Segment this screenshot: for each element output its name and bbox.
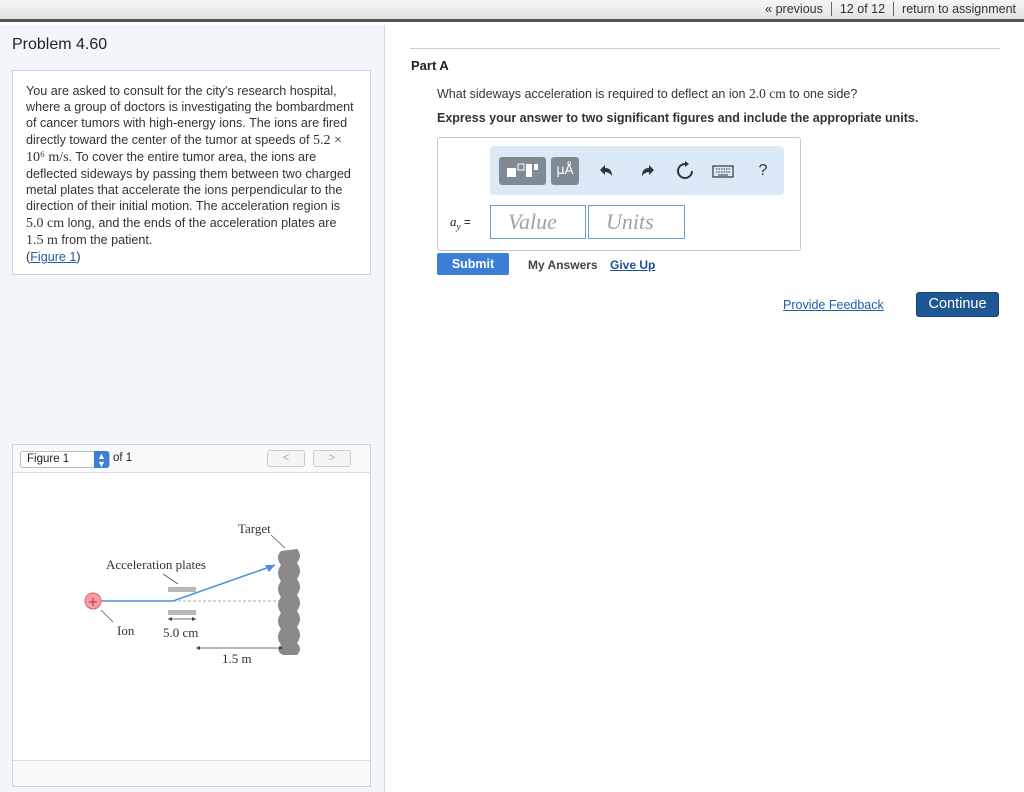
next-figure-button[interactable]: > — [313, 450, 351, 467]
units-icon[interactable]: μÅ — [551, 157, 579, 185]
ion-sign: + — [88, 595, 99, 610]
part-divider — [410, 48, 1000, 49]
submit-button[interactable]: Submit — [437, 253, 509, 275]
provide-feedback-link[interactable]: Provide Feedback — [783, 298, 884, 312]
give-up-link[interactable]: Give Up — [610, 258, 655, 272]
plate-length-label: 5.0 cm — [163, 625, 198, 640]
target-label: Target — [238, 521, 271, 536]
chevron-updown-icon: ▲ ▼ — [94, 451, 109, 469]
math-toolbar: μÅ ? — [490, 146, 784, 195]
nav-divider — [893, 2, 895, 16]
question: What sideways acceleration is required t… — [437, 86, 857, 102]
value-input[interactable]: Value — [490, 205, 586, 239]
paren-close: ) — [76, 250, 81, 265]
prev-figure-button[interactable]: < — [267, 450, 305, 467]
nav-divider — [830, 2, 832, 16]
plates-label: Acceleration plates — [106, 557, 206, 572]
variable-label: ay = — [450, 214, 471, 232]
redo-icon[interactable] — [635, 160, 657, 182]
answer-instruction: Express your answer to two significant f… — [437, 111, 919, 125]
region-length: 5.0 cm — [26, 215, 65, 231]
problem-text: long, and the ends of the acceleration p… — [64, 215, 337, 230]
figure-select-value: Figure 1 — [27, 453, 70, 465]
keyboard-icon[interactable] — [712, 160, 734, 182]
top-bar: « previous 12 of 12 return to assignment — [0, 0, 1024, 22]
lower-plate — [168, 610, 196, 615]
part-label: Part A — [411, 58, 449, 73]
previous-link[interactable]: « previous — [765, 2, 823, 16]
ion-label: Ion — [117, 623, 135, 638]
figure-link[interactable]: Figure 1 — [30, 250, 76, 264]
figure-count: of 1 — [113, 452, 133, 464]
plate-distance: 1.5 m — [26, 232, 58, 248]
question-value: 2.0 cm — [748, 86, 786, 101]
problem-panel: Problem 4.60 You are asked to consult fo… — [0, 25, 385, 792]
answer-box: μÅ ? ay = Value Units — [437, 137, 801, 251]
problem-position: 12 of 12 — [839, 2, 886, 16]
question-text: to one side? — [785, 87, 858, 101]
undo-icon[interactable] — [597, 160, 619, 182]
problem-title: Problem 4.60 — [12, 36, 108, 53]
problem-text: . To cover the entire tumor area, the io… — [26, 149, 351, 214]
top-nav: « previous 12 of 12 return to assignment — [765, 2, 1016, 16]
upper-plate — [168, 587, 196, 592]
units-input[interactable]: Units — [588, 205, 685, 239]
distance-label: 1.5 m — [222, 651, 252, 666]
help-icon[interactable]: ? — [752, 160, 774, 182]
return-to-assignment-link[interactable]: return to assignment — [902, 2, 1016, 16]
question-text: What sideways acceleration is required t… — [437, 87, 749, 101]
reset-icon[interactable] — [674, 160, 696, 182]
templates-icon[interactable] — [499, 157, 546, 185]
figure-header: Figure 1 ▲ ▼ of 1 < > — [13, 445, 370, 473]
continue-button[interactable]: Continue — [916, 292, 999, 317]
ion-deflection-figure: + Target Acceleration plates Ion 5.0 cm … — [84, 521, 300, 666]
problem-statement: You are asked to consult for the city's … — [12, 70, 371, 275]
figure-footer — [13, 760, 370, 786]
problem-text: You are asked to consult for the city's … — [26, 84, 354, 147]
problem-text: from the patient. — [57, 232, 153, 247]
my-answers-link[interactable]: My Answers — [528, 258, 598, 272]
figure-select[interactable]: Figure 1 ▲ ▼ — [20, 451, 110, 469]
target-tumor — [278, 549, 300, 655]
figure-panel: Figure 1 ▲ ▼ of 1 < > + Target Accelerat… — [12, 444, 371, 787]
